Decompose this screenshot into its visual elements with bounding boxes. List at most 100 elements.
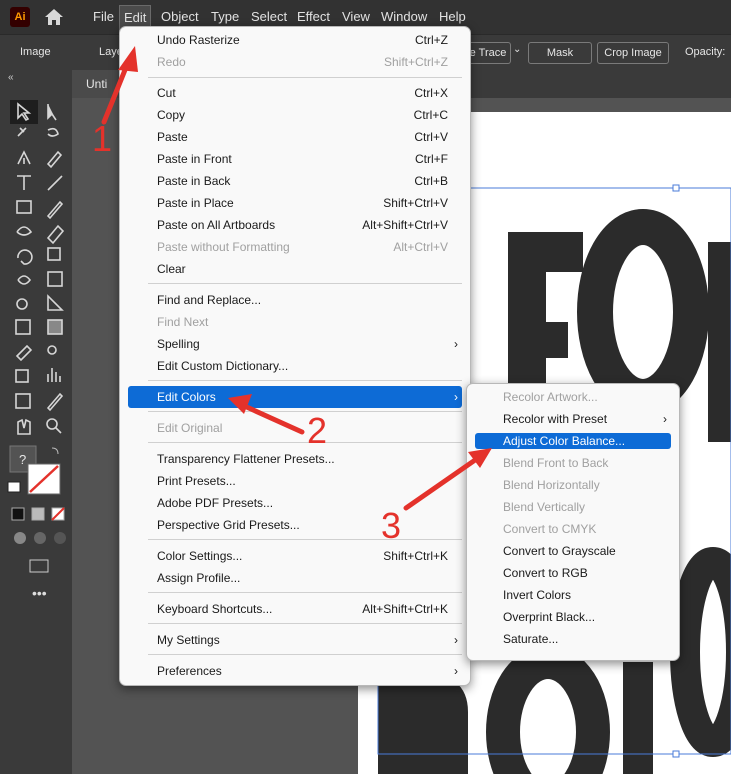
menu-item-label: Undo Rasterize	[157, 33, 240, 47]
shortcut-label: Ctrl+V	[414, 130, 448, 144]
menu-separator	[148, 442, 462, 443]
shaper-tool-icon	[16, 226, 33, 236]
menu-item-preferences[interactable]: Preferences ›	[120, 660, 470, 682]
pen-tool-icon	[17, 150, 31, 165]
menu-item-paste-on-all-artboards[interactable]: Paste on All Artboards Alt+Shift+Ctrl+V	[120, 214, 470, 236]
submenu-item-blend-horizontally: Blend Horizontally	[467, 474, 679, 496]
chevron-right-icon: ›	[663, 412, 667, 426]
menu-item-label: Preferences	[157, 664, 222, 678]
image-label: Image	[20, 46, 51, 58]
menu-item-label: Redo	[157, 55, 186, 69]
menu-separator	[148, 380, 462, 381]
menu-item-keyboard-shortcuts[interactable]: Keyboard Shortcuts... Alt+Shift+Ctrl+K	[120, 598, 470, 620]
shortcut-label: Ctrl+C	[413, 108, 448, 122]
menu-item-find-next: Find Next	[120, 311, 470, 333]
menu-item-label: Paste without Formatting	[157, 240, 290, 254]
menu-item-find-and-replace[interactable]: Find and Replace...	[120, 289, 470, 311]
shortcut-label: Shift+Ctrl+V	[383, 196, 448, 210]
shortcut-label: Alt+Shift+Ctrl+V	[362, 218, 448, 232]
menu-item-spelling[interactable]: Spelling ›	[120, 333, 470, 355]
menu-item-label: Paste in Back	[157, 174, 231, 188]
shortcut-label: Shift+Ctrl+K	[383, 549, 448, 563]
eraser-icon	[46, 224, 65, 245]
submenu-item-saturate[interactable]: Saturate...	[467, 628, 679, 650]
gradient-tool-icon	[47, 319, 63, 335]
image-trace-button[interactable]: e Trace	[466, 42, 511, 64]
menu-item-clear[interactable]: Clear	[120, 258, 470, 280]
menu-item-redo: Redo Shift+Ctrl+Z	[120, 51, 470, 73]
menu-item-edit-colors[interactable]: Edit Colors ›	[128, 386, 462, 408]
width-tool-icon	[17, 275, 32, 285]
free-transform-icon	[47, 271, 63, 287]
menu-item-label: Clear	[157, 262, 186, 276]
magic-wand-icon	[17, 127, 27, 137]
menu-item-transparency-flattener-presets[interactable]: Transparency Flattener Presets...	[120, 448, 470, 470]
submenu-item-convert-to-cmyk: Convert to CMYK	[467, 518, 679, 540]
default-colors-icon	[7, 481, 21, 493]
chevron-down-icon[interactable]: ⌄	[513, 44, 521, 55]
mesh-tool-icon	[15, 319, 31, 335]
menu-item-label: Blend Vertically	[503, 500, 586, 514]
submenu-item-convert-to-grayscale[interactable]: Convert to Grayscale	[467, 540, 679, 562]
menu-separator	[148, 623, 462, 624]
menu-item-label: Perspective Grid Presets...	[157, 518, 300, 532]
menu-separator	[148, 77, 462, 78]
menu-file[interactable]: File	[93, 0, 114, 34]
app-logo: Ai	[10, 7, 30, 27]
draw-inside-icon	[54, 532, 66, 544]
menu-item-label: Find Next	[157, 315, 209, 329]
menu-item-paste-without-formatting: Paste without Formatting Alt+Ctrl+V	[120, 236, 470, 258]
menu-item-color-settings[interactable]: Color Settings... Shift+Ctrl+K	[120, 545, 470, 567]
menu-item-assign-profile[interactable]: Assign Profile...	[120, 567, 470, 589]
swap-icon	[51, 447, 59, 455]
menu-item-label: Adjust Color Balance...	[503, 434, 626, 448]
symbol-sprayer-icon	[15, 369, 29, 383]
menu-item-print-presets[interactable]: Print Presets...	[120, 470, 470, 492]
collapse-icon[interactable]: «	[8, 72, 14, 83]
menu-item-edit-custom-dictionary[interactable]: Edit Custom Dictionary...	[120, 355, 470, 377]
submenu-item-convert-to-rgb[interactable]: Convert to RGB	[467, 562, 679, 584]
mask-button[interactable]: Mask	[528, 42, 592, 64]
submenu-item-recolor-artwork: Recolor Artwork...	[467, 386, 679, 408]
menu-item-paste[interactable]: Paste Ctrl+V	[120, 126, 470, 148]
more-tools-icon: •••	[32, 585, 47, 601]
paintbrush-icon	[46, 200, 64, 220]
menu-item-label: Convert to RGB	[503, 566, 588, 580]
menu-item-label: Assign Profile...	[157, 571, 241, 585]
shortcut-label: Shift+Ctrl+Z	[383, 55, 448, 69]
crop-image-button[interactable]: Crop Image	[597, 42, 669, 64]
shortcut-label: Ctrl+Z	[415, 33, 448, 47]
submenu-item-invert-colors[interactable]: Invert Colors	[467, 584, 679, 606]
menu-item-label: Paste in Front	[157, 152, 232, 166]
menu-separator	[148, 654, 462, 655]
menu-item-paste-in-place[interactable]: Paste in Place Shift+Ctrl+V	[120, 192, 470, 214]
menu-item-paste-in-front[interactable]: Paste in Front Ctrl+F	[120, 148, 470, 170]
menu-item-my-settings[interactable]: My Settings ›	[120, 629, 470, 651]
gradient-mode-icon	[31, 507, 45, 521]
menu-separator	[148, 539, 462, 540]
shortcut-label: Ctrl+X	[414, 86, 448, 100]
submenu-item-adjust-color-balance[interactable]: Adjust Color Balance...	[475, 433, 671, 449]
menu-item-label: Copy	[157, 108, 186, 122]
home-icon[interactable]	[44, 8, 64, 26]
menu-item-edit-original: Edit Original	[120, 417, 470, 439]
menu-item-label: Paste in Place	[157, 196, 234, 210]
submenu-item-blend-vertically: Blend Vertically	[467, 496, 679, 518]
edit-menu: Undo Rasterize Ctrl+Z Redo Shift+Ctrl+Z Cut C…	[119, 26, 471, 686]
submenu-item-overprint-black[interactable]: Overprint Black...	[467, 606, 679, 628]
menu-item-label: Saturate...	[503, 632, 559, 646]
submenu-item-recolor-with-preset[interactable]: Recolor with Preset ›	[467, 408, 679, 430]
hand-tool-icon	[17, 418, 31, 435]
menu-item-label: Blend Front to Back	[503, 456, 609, 470]
menu-item-undo-rasterize[interactable]: Undo Rasterize Ctrl+Z	[120, 29, 470, 51]
chevron-right-icon: ›	[454, 337, 458, 351]
menu-item-copy[interactable]: Copy Ctrl+C	[120, 104, 470, 126]
menu-item-cut[interactable]: Cut Ctrl+X	[120, 82, 470, 104]
menu-item-label: Paste	[157, 130, 188, 144]
menu-item-perspective-grid-presets[interactable]: Perspective Grid Presets...	[120, 514, 470, 536]
line-tool-icon	[47, 175, 63, 191]
column-graph-icon	[47, 368, 61, 382]
menu-item-paste-in-back[interactable]: Paste in Back Ctrl+B	[120, 170, 470, 192]
menu-item-label: Print Presets...	[157, 474, 236, 488]
menu-item-adobe-pdf-presets[interactable]: Adobe PDF Presets...	[120, 492, 470, 514]
